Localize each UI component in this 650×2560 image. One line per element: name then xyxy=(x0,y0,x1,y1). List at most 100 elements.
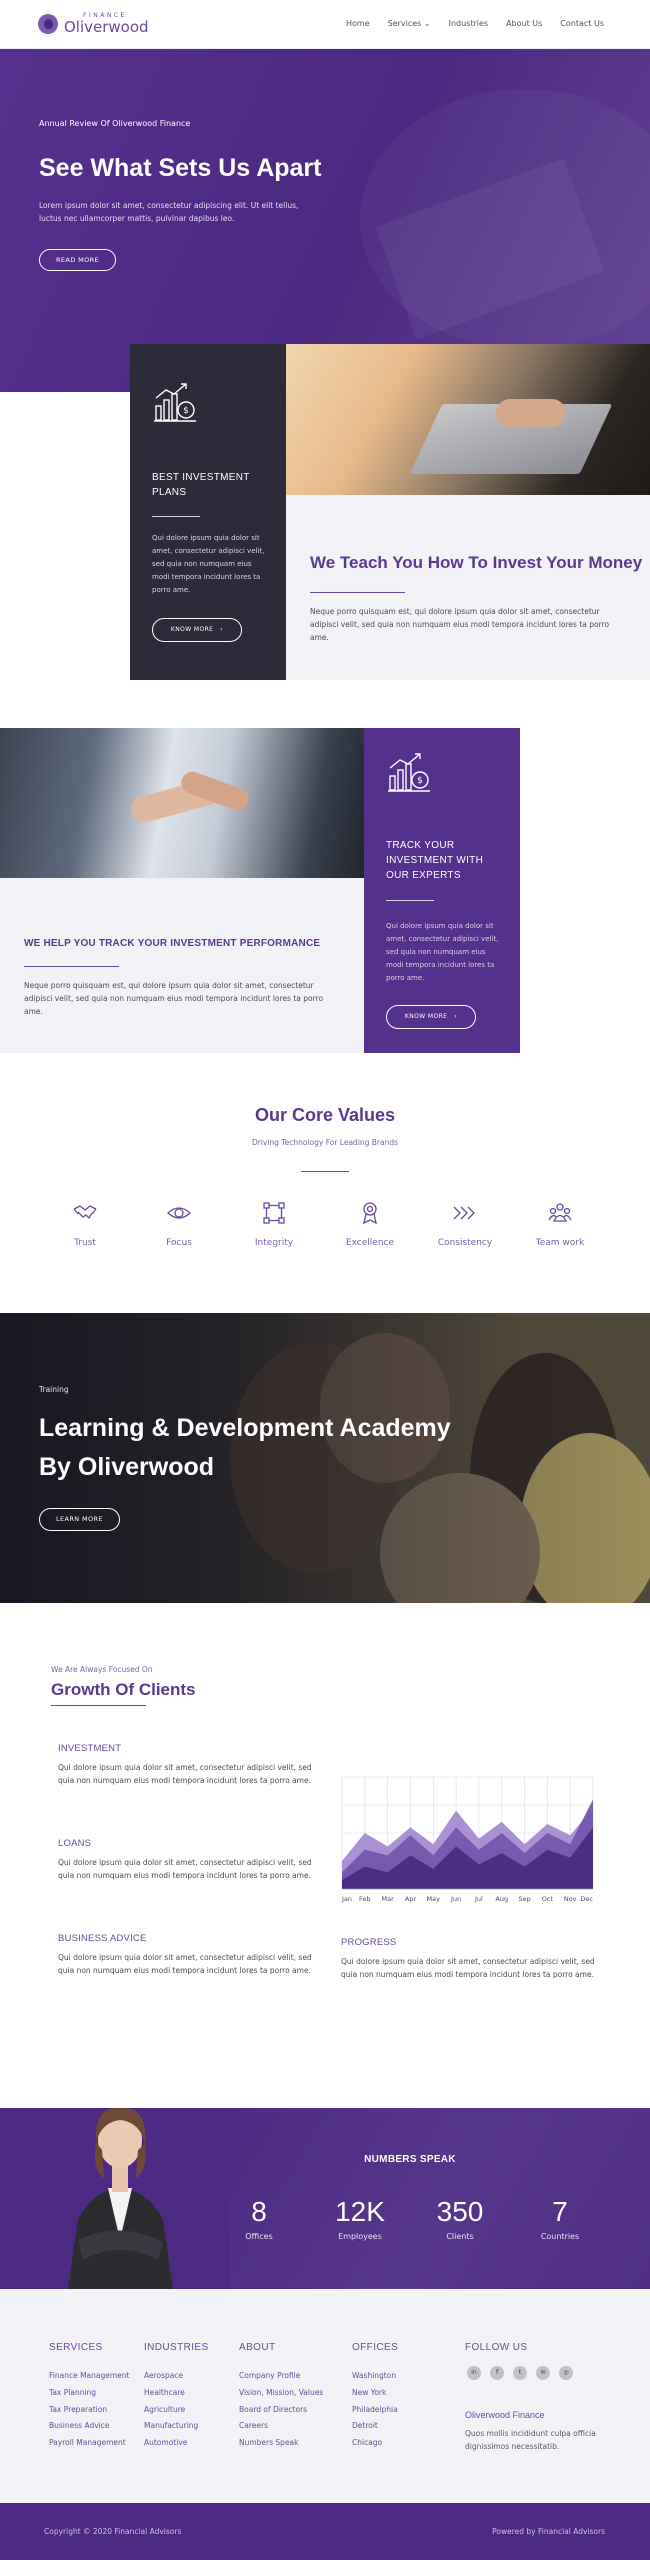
footer-link[interactable]: Chicago xyxy=(352,2435,398,2452)
footer-link[interactable]: Aerospace xyxy=(144,2368,198,2385)
chevrons-right-icon xyxy=(453,1206,475,1220)
svg-text:$: $ xyxy=(417,776,423,786)
footer-link[interactable]: Tax Planning xyxy=(49,2385,129,2402)
menu-services[interactable]: Services ⌄ xyxy=(388,19,431,28)
footer-link[interactable]: Agriculture xyxy=(144,2402,198,2419)
hero-eyebrow: Annual Review Of Oliverwood Finance xyxy=(39,119,191,128)
footer-list-about: Company Profile Vision, Mission, Values … xyxy=(239,2368,323,2452)
feature1-divider xyxy=(310,592,405,593)
menu-home[interactable]: Home xyxy=(346,19,370,28)
copyright-text: Copyright © 2020 Financial Advisors xyxy=(44,2527,182,2536)
card-text: Qui dolore ipsum quia dolor sit amet, co… xyxy=(152,534,265,594)
chevron-right-icon: › xyxy=(449,1013,458,1020)
footer-company-text: Quos mollis incididunt culpa officia dig… xyxy=(465,2429,596,2451)
value-consistency: Consistency xyxy=(425,1200,505,1248)
footer-link[interactable]: Careers xyxy=(239,2418,323,2435)
feature2-divider xyxy=(24,966,119,967)
feature1-heading: We Teach You How To Invest Your Money xyxy=(310,553,643,572)
stat-countries: 7 Countries xyxy=(520,2196,600,2241)
chart-x-tick-label: Jul xyxy=(474,1895,483,1903)
growth-area-chart: Jan Feb Mar Apr May Jun Jul Aug Sep Oct Nov Dec xyxy=(340,1775,595,1905)
stat-label: Employees xyxy=(338,2232,382,2241)
menu-services-label: Services xyxy=(387,19,422,28)
value-trust: Trust xyxy=(45,1200,125,1248)
growth-eyebrow: We Are Always Focused On xyxy=(51,1665,153,1674)
growth-label-investment: INVESTMENT xyxy=(58,1743,122,1754)
laptop-typing-photo xyxy=(286,344,650,495)
footer-link[interactable]: Finance Management xyxy=(49,2368,129,2385)
know-more-label: KNOW MORE xyxy=(170,626,214,633)
main-menu: Home Services ⌄ Industries About Us Cont… xyxy=(328,19,604,28)
footer-title-offices: OFFICES xyxy=(352,2342,399,2353)
card-text: Qui dolore ipsum quia dolor sit amet, co… xyxy=(386,922,499,982)
footer-list-industries: Aerospace Healthcare Agriculture Manufac… xyxy=(144,2368,198,2452)
know-more-button[interactable]: KNOW MORE › xyxy=(386,1005,476,1029)
handshake-photo xyxy=(0,728,364,878)
footer-link[interactable]: Detroit xyxy=(352,2418,398,2435)
read-more-button[interactable]: READ MORE xyxy=(39,249,116,271)
hand-shape xyxy=(496,399,566,427)
growth-label-business-advice: BUSINESS ADVICE xyxy=(58,1933,147,1944)
chevron-down-icon: ⌄ xyxy=(423,19,431,28)
investment-plans-card: $ BEST INVESTMENT PLANS Qui dolore ipsum… xyxy=(130,344,286,680)
value-label: Focus xyxy=(166,1238,192,1248)
email-icon[interactable]: ✉ xyxy=(536,2366,550,2380)
footer-link[interactable]: Vision, Mission, Values xyxy=(239,2385,323,2402)
footer-link[interactable]: Philadelphia xyxy=(352,2402,398,2419)
menu-about[interactable]: About Us xyxy=(506,19,542,28)
track-investment-card: $ TRACK YOUR INVESTMENT WITH OUR EXPERTS… xyxy=(364,728,520,1053)
chart-x-tick-label: Feb xyxy=(359,1895,371,1903)
twitter-icon[interactable]: t xyxy=(513,2366,527,2380)
stat-clients: 350 Clients xyxy=(420,2196,500,2241)
value-integrity: Integrity xyxy=(234,1200,314,1248)
stat-value: 8 xyxy=(251,2196,267,2227)
footer-link[interactable]: Washington xyxy=(352,2368,398,2385)
footer-link[interactable]: Automotive xyxy=(144,2435,198,2452)
chart-x-tick-label: Apr xyxy=(405,1895,417,1903)
chart-x-tick-label: Dec xyxy=(580,1895,593,1903)
menu-contact[interactable]: Contact Us xyxy=(560,19,604,28)
chart-x-tick-label: Mar xyxy=(382,1895,395,1903)
footer-link[interactable]: Board of Directors xyxy=(239,2402,323,2419)
value-team-work: Team work xyxy=(520,1200,600,1248)
growth-text-investment: Qui dolore ipsum quia dolor sit amet, co… xyxy=(58,1763,312,1785)
stat-label: Offices xyxy=(245,2232,273,2241)
menu-industries[interactable]: Industries xyxy=(449,19,488,28)
hero-banner: Annual Review Of Oliverwood Finance See … xyxy=(0,49,650,392)
value-label: Trust xyxy=(74,1238,96,1248)
academy-banner: Training Learning & Development Academy … xyxy=(0,1313,650,1603)
stat-label: Clients xyxy=(446,2232,474,2241)
card-divider xyxy=(152,516,200,517)
footer-link[interactable]: Business Advice xyxy=(49,2418,129,2435)
core-values-title: Our Core Values xyxy=(254,1105,396,1125)
hero-title: See What Sets Us Apart xyxy=(39,154,322,182)
core-values-divider xyxy=(301,1171,349,1172)
growth-label-progress: PROGRESS xyxy=(341,1937,397,1948)
svg-text:$: $ xyxy=(183,406,189,416)
instagram-icon[interactable]: ◎ xyxy=(559,2366,573,2380)
linkedin-icon[interactable]: in xyxy=(467,2366,481,2380)
learn-more-button[interactable]: LEARN MORE xyxy=(39,1508,120,1531)
know-more-button[interactable]: KNOW MORE › xyxy=(152,618,242,642)
footer-title-services: SERVICES xyxy=(49,2342,103,2353)
value-excellence: Excellence xyxy=(330,1200,410,1248)
card-divider xyxy=(386,900,434,901)
growth-text-progress: Qui dolore ipsum quia dolor sit amet, co… xyxy=(341,1957,595,1979)
powered-by-text: Powered by Financial Advisors xyxy=(492,2527,605,2536)
footer-link[interactable]: Payroll Management xyxy=(49,2435,129,2452)
growth-text-business-advice: Qui dolore ipsum quia dolor sit amet, co… xyxy=(58,1953,312,1975)
team-icon xyxy=(548,1203,572,1222)
chart-x-tick-label: Aug xyxy=(495,1895,508,1903)
footer-link[interactable]: Tax Preparation xyxy=(49,2402,129,2419)
footer-link[interactable]: Company Profile xyxy=(239,2368,323,2385)
core-values-subtitle: Driving Technology For Leading Brands xyxy=(251,1138,399,1147)
logo-name: Oliverwood xyxy=(64,18,149,36)
footer-link[interactable]: Numbers Speak xyxy=(239,2435,323,2452)
value-label: Consistency xyxy=(437,1238,493,1248)
logo-mark-icon xyxy=(38,14,58,34)
footer-list-offices: Washington New York Philadelphia Detroit… xyxy=(352,2368,398,2452)
facebook-icon[interactable]: f xyxy=(490,2366,504,2380)
footer-link[interactable]: New York xyxy=(352,2385,398,2402)
footer-link[interactable]: Healthcare xyxy=(144,2385,198,2402)
footer-link[interactable]: Manufacturing xyxy=(144,2418,198,2435)
